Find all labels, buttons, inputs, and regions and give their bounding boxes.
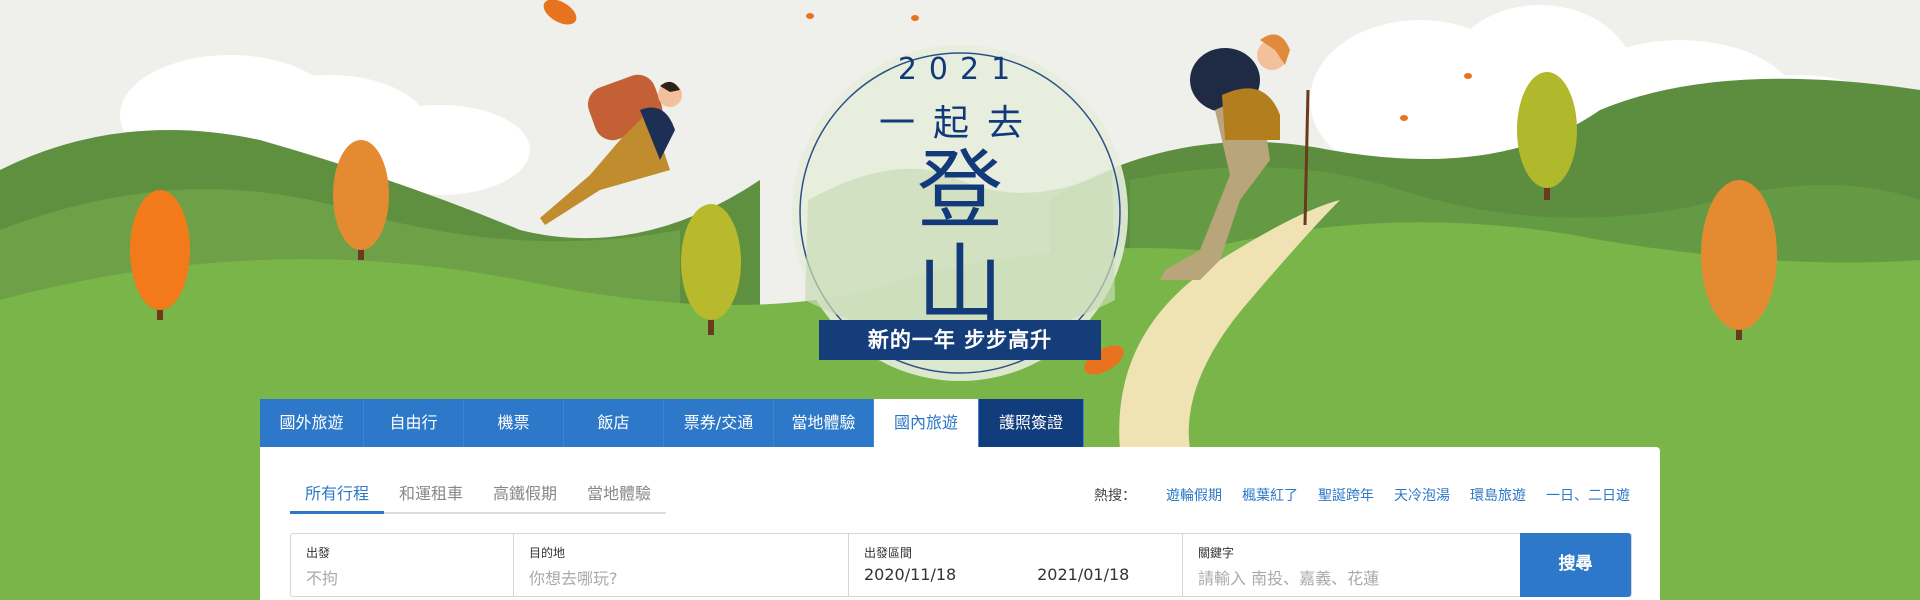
tab-passport-visa[interactable]: 護照簽證 [979, 399, 1084, 447]
subtab-hsr[interactable]: 高鐵假期 [478, 483, 572, 512]
search-bar: 出發 不拘 目的地 你想去哪玩? 出發區間 2020/11/18 2021/01… [290, 533, 1632, 597]
destination-placeholder: 你想去哪玩? [529, 569, 618, 588]
tab-local-experience[interactable]: 當地體驗 [774, 399, 874, 447]
tab-tickets[interactable]: 票券/交通 [664, 399, 774, 447]
tab-domestic[interactable]: 國內旅遊 [874, 399, 979, 447]
tab-free-travel[interactable]: 自由行 [364, 399, 464, 447]
subtab-all[interactable]: 所有行程 [290, 483, 385, 514]
main-tabs: 國外旅遊 自由行 機票 飯店 票券/交通 當地體驗 國內旅遊 護照簽證 [260, 399, 1084, 447]
hot-link[interactable]: 楓葉紅了 [1242, 485, 1298, 505]
date-from[interactable]: 2020/11/18 [864, 565, 1032, 584]
hero-title-bottom: 山 [917, 235, 1003, 335]
hero-line: 一起去 [878, 103, 1041, 144]
keyword-label: 關鍵字 [1198, 546, 1235, 560]
sub-tabs: 所有行程 和運租車 高鐵假期 當地體驗 [290, 483, 667, 514]
hot-label: 熱搜： [1094, 488, 1136, 504]
keyword-field[interactable]: 關鍵字 請輸入 南投、嘉義、花蓮 [1183, 534, 1520, 596]
search-panel: 所有行程 和運租車 高鐵假期 當地體驗 熱搜： 遊輪假期 楓葉紅了 聖誕跨年 天… [260, 447, 1660, 600]
date-range-field[interactable]: 出發區間 2020/11/18 2021/01/18 [849, 534, 1183, 596]
destination-label: 目的地 [529, 546, 566, 560]
hot-link[interactable]: 聖誕跨年 [1318, 485, 1374, 505]
hot-searches: 熱搜： 遊輪假期 楓葉紅了 聖誕跨年 天冷泡湯 環島旅遊 一日、二日遊 [1094, 485, 1630, 505]
search-button[interactable]: 搜尋 [1520, 533, 1631, 597]
hot-link[interactable]: 遊輪假期 [1166, 485, 1222, 505]
hot-link[interactable]: 天冷泡湯 [1394, 485, 1450, 505]
depart-label: 出發 [306, 546, 331, 560]
hero-title-top: 登 [917, 141, 1003, 241]
tab-flights[interactable]: 機票 [464, 399, 564, 447]
keyword-placeholder: 請輸入 南投、嘉義、花蓮 [1198, 569, 1380, 588]
depart-field[interactable]: 出發 不拘 [291, 534, 514, 596]
subtab-car-rental[interactable]: 和運租車 [384, 483, 478, 512]
depart-value: 不拘 [306, 569, 339, 588]
subtab-local[interactable]: 當地體驗 [572, 483, 666, 512]
date-range-label: 出發區間 [864, 546, 913, 560]
hero-slogan: 新的一年 步步高升 [819, 320, 1101, 360]
hot-link[interactable]: 環島旅遊 [1470, 485, 1526, 505]
destination-field[interactable]: 目的地 你想去哪玩? [514, 534, 849, 596]
date-to[interactable]: 2021/01/18 [1037, 565, 1129, 584]
tab-hotels[interactable]: 飯店 [564, 399, 664, 447]
tab-overseas[interactable]: 國外旅遊 [260, 399, 364, 447]
hero-year: 2021 [897, 52, 1023, 87]
hot-link[interactable]: 一日、二日遊 [1546, 485, 1630, 505]
